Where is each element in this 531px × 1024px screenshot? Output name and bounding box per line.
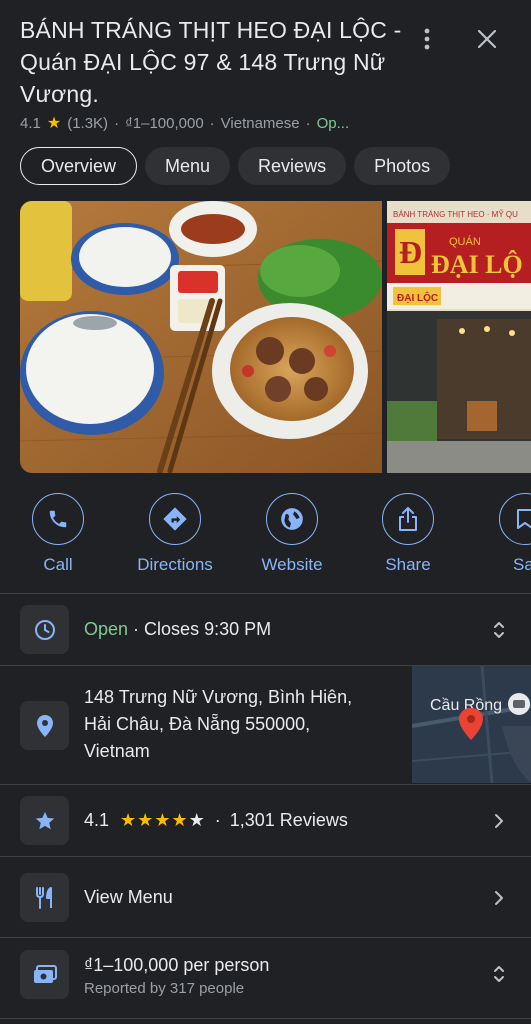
more-vert-icon bbox=[424, 28, 430, 50]
reviews-text: 4.1 ★★★★★ · 1,301 Reviews bbox=[84, 807, 348, 834]
cuisine: Vietnamese bbox=[220, 114, 300, 132]
price-icon-box bbox=[20, 950, 69, 999]
website-label: Website bbox=[261, 555, 323, 574]
sign-name: ĐẠI LỘ bbox=[431, 250, 523, 279]
save-circle bbox=[499, 493, 531, 545]
empty-star: ★ bbox=[188, 810, 206, 830]
meta-separator: · bbox=[114, 114, 120, 132]
menu-icon-box bbox=[20, 873, 69, 922]
close-button[interactable] bbox=[470, 22, 504, 56]
action-bar: Call Directions Website Share Sa bbox=[0, 493, 531, 578]
tab-bar: Overview Menu Reviews Photos bbox=[20, 147, 451, 185]
directions-circle bbox=[149, 493, 201, 545]
sign-line1: BÁNH TRÁNG THỊT HEO · MỸ QU bbox=[393, 210, 518, 219]
menu-row[interactable]: View Menu bbox=[0, 857, 531, 937]
tab-menu[interactable]: Menu bbox=[145, 147, 231, 185]
meta-separator: · bbox=[209, 114, 215, 132]
map-thumbnail[interactable]: Cầu Rồng bbox=[412, 666, 531, 783]
map-image: Cầu Rồng bbox=[412, 666, 531, 783]
hours-separator: · bbox=[128, 619, 145, 639]
place-header: BÁNH TRÁNG THỊT HEO ĐẠI LỘC - Quán ĐẠI L… bbox=[20, 14, 420, 133]
food-photo[interactable] bbox=[20, 201, 382, 473]
rating-stars: ★★★★★ bbox=[120, 810, 206, 830]
address-text: 148 Trưng Nữ Vương, Bình Hiên, Hải Châu,… bbox=[84, 684, 404, 765]
call-button[interactable]: Call bbox=[0, 493, 118, 575]
tab-photos[interactable]: Photos bbox=[354, 147, 451, 185]
chevron-right-icon[interactable] bbox=[489, 811, 509, 831]
storefront-photo-image: BÁNH TRÁNG THỊT HEO · MỸ QU Đ QUÁN ĐẠI L… bbox=[387, 201, 531, 473]
sign-logo-letter: Đ bbox=[399, 234, 422, 270]
directions-icon bbox=[163, 507, 187, 531]
chevron-right-icon[interactable] bbox=[489, 888, 509, 908]
address-line2: Hải Châu, Đà Nẵng 550000, bbox=[84, 714, 311, 734]
reviews-separator: · bbox=[214, 810, 221, 830]
sign-small: ĐẠI LỘC bbox=[397, 291, 438, 304]
place-title: BÁNH TRÁNG THỊT HEO ĐẠI LỘC - Quán ĐẠI L… bbox=[20, 17, 402, 107]
place-meta: 4.1 ★ (1.3K) · ₫1–100,000 · Vietnamese ·… bbox=[20, 113, 420, 133]
more-options-button[interactable] bbox=[410, 22, 444, 56]
reviews-rating: 4.1 bbox=[84, 810, 110, 830]
clock-icon bbox=[34, 619, 55, 640]
share-icon bbox=[399, 507, 417, 531]
save-button[interactable]: Sav bbox=[465, 493, 531, 575]
share-label: Share bbox=[385, 555, 431, 574]
meta-separator: · bbox=[305, 114, 311, 132]
share-button[interactable]: Share bbox=[348, 493, 468, 575]
call-circle bbox=[32, 493, 84, 545]
website-button[interactable]: Website bbox=[232, 493, 352, 575]
website-circle bbox=[266, 493, 318, 545]
tab-reviews[interactable]: Reviews bbox=[238, 147, 347, 185]
reviews-row[interactable]: 4.1 ★★★★★ · 1,301 Reviews bbox=[0, 785, 531, 856]
address-line3: Vietnam bbox=[84, 741, 150, 761]
hours-status: Open bbox=[84, 619, 129, 639]
reviews-count: 1,301 Reviews bbox=[229, 810, 348, 830]
star-icon: ★ bbox=[46, 115, 62, 132]
money-icon bbox=[33, 964, 57, 983]
call-label: Call bbox=[43, 555, 73, 574]
rating-count: (1.3K) bbox=[67, 114, 109, 132]
food-photo-image bbox=[20, 201, 382, 473]
directions-label: Directions bbox=[137, 555, 213, 574]
hours-icon-box bbox=[20, 605, 69, 654]
save-label: Sav bbox=[513, 555, 531, 574]
price-label: ₫1–100,000 per person bbox=[84, 955, 270, 975]
address-icon-box bbox=[20, 701, 69, 750]
phone-icon bbox=[49, 510, 67, 528]
filled-stars: ★★★★ bbox=[120, 810, 189, 830]
rating-value: 4.1 bbox=[20, 114, 41, 132]
bookmark-icon bbox=[517, 509, 531, 529]
open-status-short: Op... bbox=[316, 114, 350, 132]
price-row[interactable]: ₫1–100,000 per person Reported by 317 pe… bbox=[0, 938, 531, 1018]
expand-icon[interactable] bbox=[489, 964, 509, 984]
sign-quan: QUÁN bbox=[449, 235, 481, 248]
location-pin-icon bbox=[36, 714, 53, 737]
hours-row[interactable]: Open · Closes 9:30 PM bbox=[0, 594, 531, 665]
globe-icon bbox=[281, 508, 303, 530]
price-range: ₫1–100,000 bbox=[125, 114, 204, 132]
directions-button[interactable]: Directions bbox=[115, 493, 235, 575]
expand-icon[interactable] bbox=[489, 620, 509, 640]
photo-carousel[interactable]: BÁNH TRÁNG THỊT HEO · MỸ QU Đ QUÁN ĐẠI L… bbox=[20, 201, 531, 473]
hours-text: Open · Closes 9:30 PM bbox=[84, 616, 271, 643]
menu-label: View Menu bbox=[84, 887, 173, 907]
storefront-photo[interactable]: BÁNH TRÁNG THỊT HEO · MỸ QU Đ QUÁN ĐẠI L… bbox=[387, 201, 531, 473]
address-line1: 148 Trưng Nữ Vương, Bình Hiên, bbox=[84, 687, 353, 707]
close-icon bbox=[478, 30, 496, 48]
fork-knife-icon bbox=[35, 886, 52, 909]
share-circle bbox=[382, 493, 434, 545]
star-icon bbox=[35, 811, 54, 829]
price-text: ₫1–100,000 per person Reported by 317 pe… bbox=[84, 952, 269, 999]
reviews-icon-box bbox=[20, 796, 69, 845]
tab-overview[interactable]: Overview bbox=[20, 147, 138, 185]
hours-closes: Closes 9:30 PM bbox=[144, 619, 272, 639]
price-reported: Reported by 317 people bbox=[84, 980, 245, 997]
divider bbox=[0, 1018, 531, 1019]
